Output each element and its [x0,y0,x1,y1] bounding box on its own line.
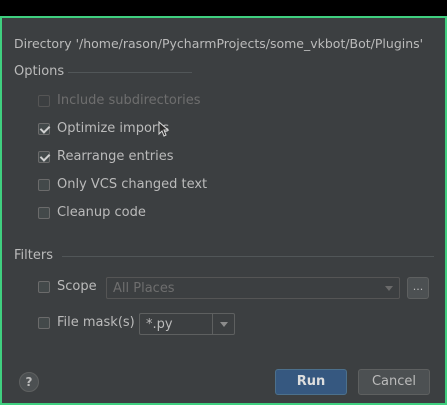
file-mask-checkbox[interactable] [38,317,50,329]
dropdown-arrow-icon [385,286,393,291]
directory-label: Directory '/home/rason/PycharmProjects/s… [14,36,424,51]
cleanup-code-label[interactable]: Cleanup code [57,205,146,220]
scope-dropdown-value: All Places [113,281,175,296]
optimize-imports-label[interactable]: Optimize imports [57,121,169,136]
options-separator [68,72,192,73]
include-subdirectories-checkbox[interactable] [38,95,50,107]
only-vcs-changed-text-label[interactable]: Only VCS changed text [57,177,207,192]
mouse-cursor-icon [158,121,170,137]
top-bar [0,0,447,16]
scope-label[interactable]: Scope [57,279,97,294]
rearrange-entries-checkbox[interactable] [38,151,50,163]
file-mask-combo[interactable]: *.py [139,313,235,335]
help-icon[interactable]: ? [19,372,39,392]
scope-browse-button[interactable]: ... [407,277,429,299]
filters-section-title: Filters [14,248,53,263]
filters-separator [62,256,434,257]
combo-divider [212,314,213,334]
include-subdirectories-label: Include subdirectories [57,93,201,108]
optimize-imports-checkbox[interactable] [38,123,50,135]
options-section-title: Options [14,64,65,79]
run-button[interactable]: Run [275,369,347,395]
cleanup-code-checkbox[interactable] [38,207,50,219]
cancel-button[interactable]: Cancel [358,369,430,395]
dropdown-arrow-icon [220,322,228,327]
scope-checkbox[interactable] [38,281,50,293]
file-mask-value: *.py [146,317,173,332]
only-vcs-changed-text-checkbox[interactable] [38,179,50,191]
rearrange-entries-label[interactable]: Rearrange entries [57,149,174,164]
scope-dropdown[interactable]: All Places [106,277,400,299]
file-mask-label[interactable]: File mask(s) [57,315,135,330]
reformat-code-dialog: Directory '/home/rason/PycharmProjects/s… [0,16,447,405]
